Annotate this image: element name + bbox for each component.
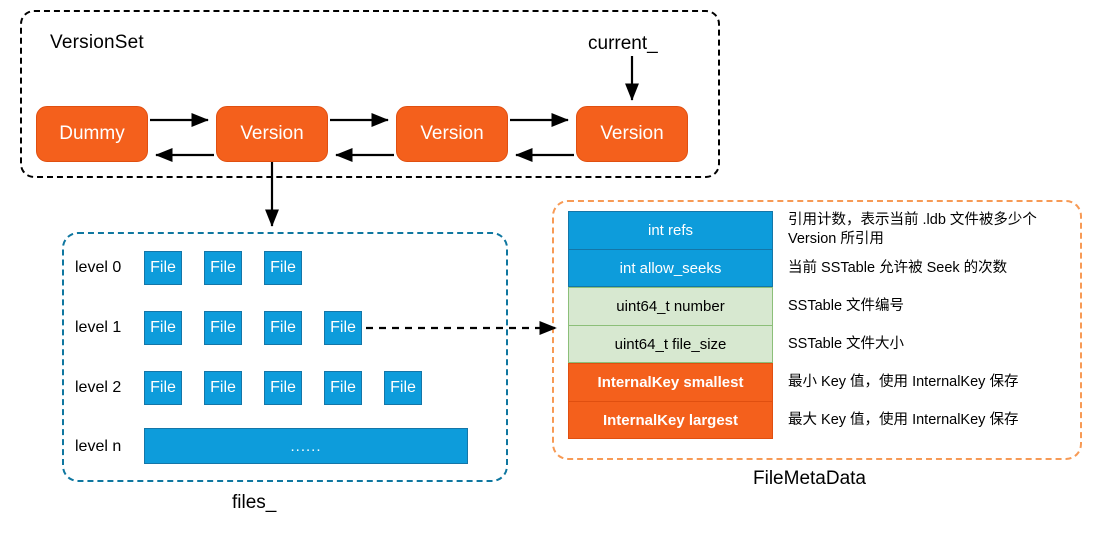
file-box[interactable]: File — [264, 311, 302, 345]
meta-row-number[interactable]: uint64_t number — [568, 287, 773, 325]
version-node-label: Version — [420, 123, 484, 144]
filemetadata-title: FileMetaData — [753, 468, 866, 489]
file-box-label: File — [210, 379, 236, 396]
file-box[interactable]: File — [144, 371, 182, 405]
files-title: files_ — [232, 492, 277, 513]
version-node-3-current[interactable]: Version — [576, 106, 688, 162]
file-box[interactable]: File — [204, 251, 242, 285]
file-box[interactable]: File — [204, 311, 242, 345]
file-box-label: File — [270, 259, 296, 276]
file-box[interactable]: File — [384, 371, 422, 405]
meta-field-label: uint64_t file_size — [614, 335, 727, 353]
level-label-2: level 2 — [75, 379, 122, 396]
level-label-0: level 0 — [75, 259, 122, 276]
file-box-label: File — [270, 319, 296, 336]
meta-field-label: int allow_seeks — [619, 259, 722, 277]
file-box[interactable]: File — [324, 371, 362, 405]
meta-field-label: InternalKey smallest — [597, 374, 744, 391]
file-box-label: File — [330, 319, 356, 336]
annotation-smallest: 最小 Key 值，使用 InternalKey 保存 — [788, 373, 1019, 390]
annotation-file-size: SSTable 文件大小 — [788, 335, 905, 352]
annotation-number: SSTable 文件编号 — [788, 297, 905, 314]
meta-row-smallest[interactable]: InternalKey smallest — [568, 363, 773, 401]
current-pointer-label: current_ — [588, 33, 658, 54]
versionset-title: VersionSet — [50, 32, 144, 53]
file-box-label: File — [210, 319, 236, 336]
annotation-allow-seeks: 当前 SSTable 允许被 Seek 的次数 — [788, 259, 1008, 276]
file-box-label: File — [390, 379, 416, 396]
level-label-n: level n — [75, 438, 122, 455]
file-box[interactable]: File — [264, 371, 302, 405]
meta-field-label: InternalKey largest — [602, 411, 739, 429]
version-node-label: Version — [600, 123, 664, 144]
annotation-largest: 最大 Key 值，使用 InternalKey 保存 — [788, 411, 1019, 428]
file-box-label: File — [150, 259, 176, 276]
meta-row-largest[interactable]: InternalKey largest — [568, 401, 773, 439]
version-node-label: Version — [240, 123, 304, 144]
file-box[interactable]: File — [144, 251, 182, 285]
file-box-linked[interactable]: File — [324, 311, 362, 345]
file-box[interactable]: File — [144, 311, 182, 345]
level-label-1: level 1 — [75, 319, 122, 336]
file-box-label: File — [150, 319, 176, 336]
meta-row-refs[interactable]: int refs — [568, 211, 773, 249]
filemetadata-fields-table: int refs int allow_seeks uint64_t number… — [568, 211, 773, 439]
file-box-label: File — [150, 379, 176, 396]
file-box-label: File — [270, 379, 296, 396]
meta-row-allow-seeks[interactable]: int allow_seeks — [568, 249, 773, 287]
file-box-label: File — [330, 379, 356, 396]
diagram-canvas: VersionSet current_ Dummy Version Versio… — [0, 0, 1120, 538]
file-box[interactable]: File — [204, 371, 242, 405]
annotation-refs: 引用计数，表示当前 .ldb 文件被多少个 Version 所引用 — [788, 212, 1037, 247]
version-node-dummy[interactable]: Dummy — [36, 106, 148, 162]
meta-field-label: int refs — [647, 222, 693, 239]
file-box[interactable]: File — [264, 251, 302, 285]
filemetadata-annotations: 引用计数，表示当前 .ldb 文件被多少个 Version 所引用 当前 SST… — [788, 211, 1074, 439]
version-node-label: Dummy — [59, 123, 125, 144]
level-n-bar[interactable]: ...... — [144, 428, 468, 464]
meta-row-file-size[interactable]: uint64_t file_size — [568, 325, 773, 363]
version-node-2[interactable]: Version — [396, 106, 508, 162]
meta-field-label: uint64_t number — [616, 298, 725, 315]
file-box-label: File — [210, 259, 236, 276]
version-node-1[interactable]: Version — [216, 106, 328, 162]
level-n-bar-label: ...... — [290, 437, 322, 455]
